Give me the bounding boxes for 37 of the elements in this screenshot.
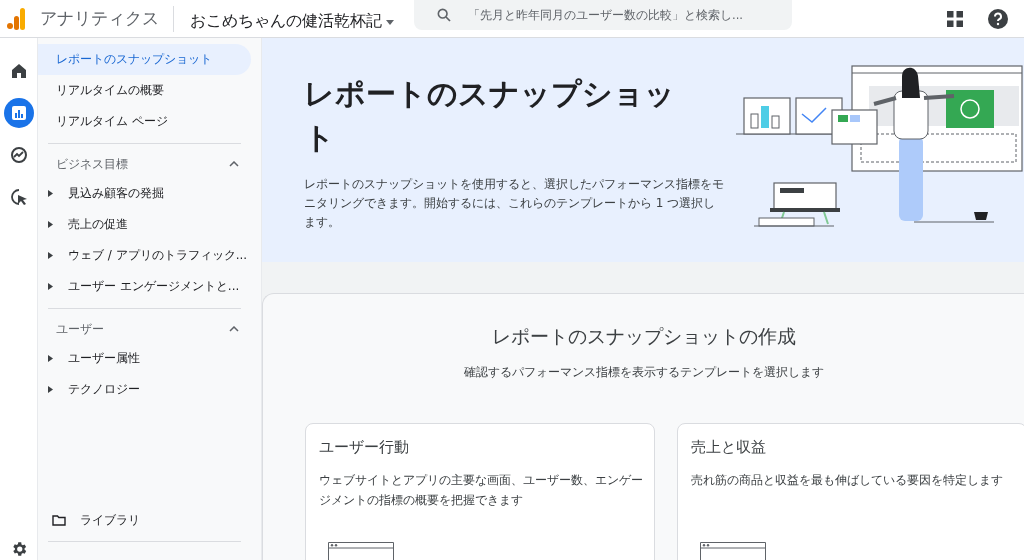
nav-item[interactable]: レポートのスナップショット — [38, 44, 251, 75]
bar-chart-icon[interactable] — [3, 98, 34, 128]
card-title: 売上と収益 — [691, 438, 767, 457]
template-card[interactable]: 売上と収益 売れ筋の商品と収益を最も伸ばしている要因を特定します — [677, 423, 1024, 560]
search-field[interactable]: 「先月と昨年同月のユーザー数の比較」と検索し... — [466, 7, 792, 23]
nav-item[interactable]: テクノロジー — [38, 374, 261, 405]
property-selector[interactable]: おこめちゃんの健活乾杯記 — [188, 5, 396, 32]
bar-chart-logo-icon — [7, 7, 25, 30]
section-subtitle: 確認するパフォーマンス指標を表示するテンプレートを選択します — [463, 364, 824, 381]
section-heading: レポートのスナップショットの作成 — [491, 324, 796, 349]
card-description: ウェブサイトとアプリの主要な画面、ユーザー数、エンゲージメントの指標の概要を把握できます — [319, 472, 644, 509]
card-title: ユーザー行動 — [319, 438, 410, 457]
page-title: レポートのスナップショット — [304, 75, 676, 157]
chevron-icon[interactable] — [229, 161, 239, 167]
nav-item[interactable]: ウェブ / アプリのトラフィック... — [38, 240, 261, 271]
window-icon — [700, 542, 766, 560]
apps-grid-icon[interactable] — [947, 10, 963, 27]
section-title: ビジネス目標 — [56, 155, 128, 173]
template-card[interactable]: ユーザー行動 ウェブサイトとアプリの主要な画面、ユーザー数、エンゲージメントの指標の概要を把握できます — [305, 423, 655, 560]
caret-icon — [386, 20, 394, 25]
nav-item[interactable]: リアルタイム ページ — [38, 106, 251, 137]
help-icon[interactable] — [988, 8, 1008, 29]
nav-item[interactable]: リアルタイムの概要 — [38, 75, 251, 106]
search-field[interactable]: 「先月と昨年同月のユーザー数の比較」と検索し... — [414, 0, 792, 30]
search-icon — [436, 7, 452, 23]
library-link[interactable]: ライブラリ — [38, 505, 261, 535]
chevron-icon[interactable] — [229, 326, 239, 332]
window-icon — [328, 542, 394, 560]
nav-item[interactable]: 見込み顧客の発掘 — [38, 178, 261, 209]
nav-item[interactable]: 売上の促進 — [38, 209, 261, 240]
card-description: 売れ筋の商品と収益を最も伸ばしている要因を特定します — [691, 472, 1004, 489]
app-name: アナリティクス — [40, 7, 159, 30]
nav-item[interactable]: ユーザー エンゲージメントと... — [38, 271, 261, 302]
page-description: レポートのスナップショットを使用すると、選択したパフォーマンス指標をモニタリングできます。開始するには、これらのテンプレートから 1 つ選択します。 — [304, 176, 724, 232]
nav-item[interactable]: ユーザー属性 — [38, 343, 261, 374]
folder-icon — [52, 514, 66, 526]
section-title: ユーザー — [56, 320, 104, 338]
